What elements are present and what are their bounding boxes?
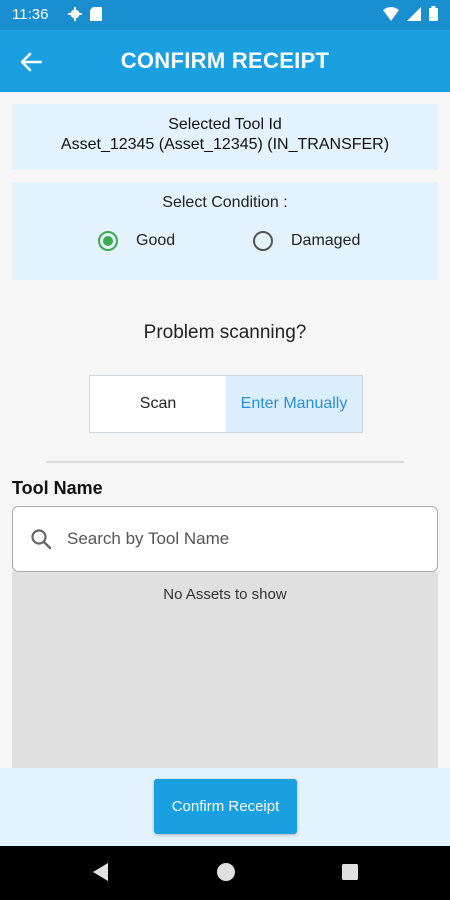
condition-title: Select Condition : (162, 194, 288, 211)
page-title: CONFIRM RECEIPT (120, 48, 330, 73)
scan-mode-toggle: Scan Enter Manually (89, 375, 363, 433)
condition-damaged-radio[interactable]: Damaged (253, 231, 360, 251)
battery-icon (429, 6, 438, 21)
search-input[interactable] (67, 529, 407, 549)
empty-list-message: No Assets to show (163, 586, 287, 603)
asset-list: No Assets to show (12, 572, 438, 768)
signal-icon (407, 6, 421, 21)
selected-tool-label: Selected Tool Id (168, 116, 282, 133)
status-bar: 11:36 (0, 0, 450, 30)
sd-card-icon (90, 7, 102, 21)
problem-scanning-text: Problem scanning? (143, 322, 307, 343)
radio-checked-icon (98, 231, 118, 251)
nav-recents-icon[interactable] (340, 861, 360, 883)
search-icon (31, 529, 52, 550)
nav-back-icon[interactable] (90, 861, 110, 883)
condition-good-radio[interactable]: Good (98, 231, 175, 251)
search-box[interactable] (12, 506, 438, 572)
system-nav-bar (0, 846, 450, 900)
app-bar: CONFIRM RECEIPT (0, 30, 450, 92)
confirm-receipt-button[interactable]: Confirm Receipt (154, 779, 297, 834)
radio-unchecked-icon (253, 231, 273, 251)
scan-button[interactable]: Scan (90, 376, 226, 432)
bottom-action-bar: Confirm Receipt (0, 768, 450, 846)
divider (46, 461, 404, 463)
selected-tool-value: Asset_12345 (Asset_12345) (IN_TRANSFER) (60, 136, 390, 153)
selected-tool-card: Selected Tool Id Asset_12345 (Asset_1234… (12, 104, 438, 170)
condition-good-label: Good (136, 232, 176, 249)
status-time: 11:36 (12, 6, 49, 23)
enter-manually-button[interactable]: Enter Manually (226, 376, 362, 432)
nav-home-icon[interactable] (216, 861, 236, 883)
wifi-icon (383, 6, 399, 21)
condition-damaged-label: Damaged (291, 232, 361, 249)
settings-icon (68, 7, 82, 21)
condition-card: Select Condition : Good Damaged (12, 182, 438, 280)
tool-name-label: Tool Name (12, 478, 103, 498)
